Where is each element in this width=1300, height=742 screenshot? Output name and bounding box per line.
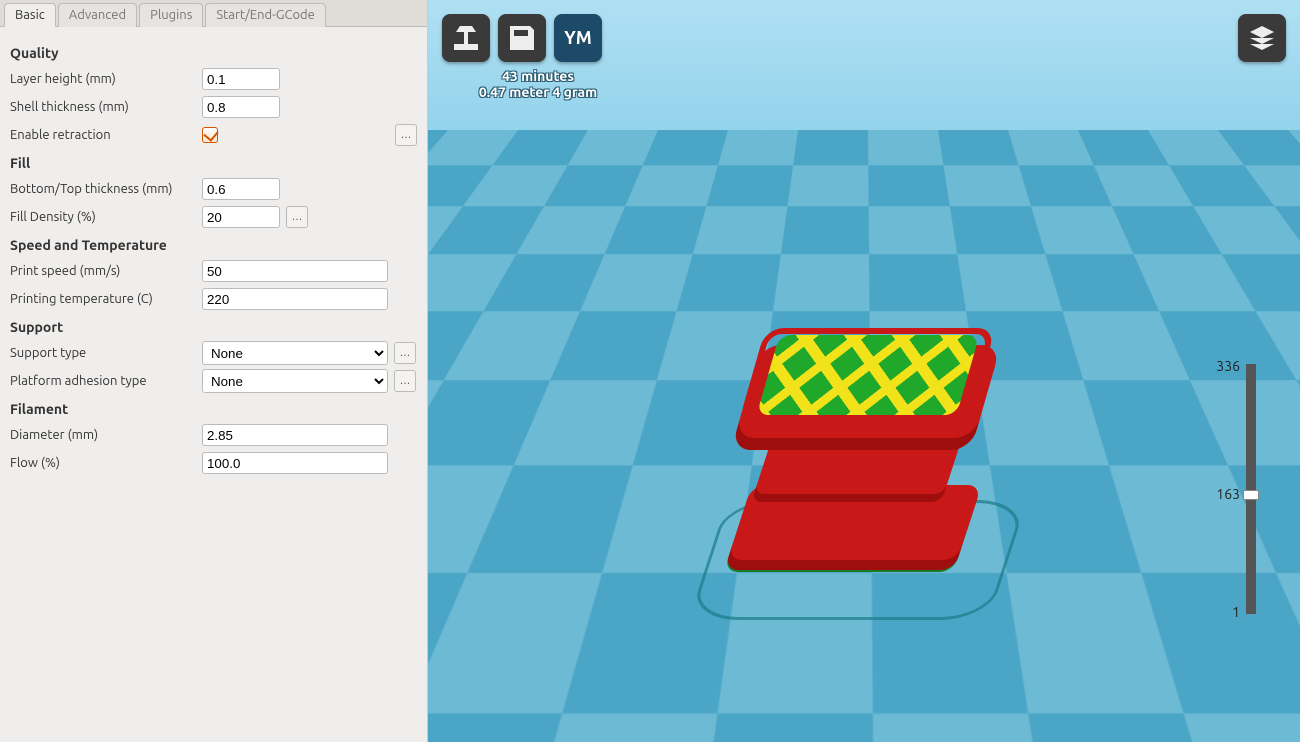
layers-icon bbox=[1246, 22, 1278, 54]
print-temp-label: Printing temperature (C) bbox=[10, 292, 202, 306]
toolbar: YM bbox=[442, 14, 602, 62]
support-type-label: Support type bbox=[10, 346, 202, 360]
section-fill: Fill bbox=[10, 155, 417, 171]
settings-panel: Basic Advanced Plugins Start/End-GCode Q… bbox=[0, 0, 428, 742]
support-settings-button[interactable]: … bbox=[394, 342, 416, 364]
flow-label: Flow (%) bbox=[10, 456, 202, 470]
section-speed-temp: Speed and Temperature bbox=[10, 237, 417, 253]
view-mode-button[interactable] bbox=[1238, 14, 1286, 62]
fill-density-input[interactable] bbox=[202, 206, 280, 228]
fill-settings-button[interactable]: … bbox=[286, 206, 308, 228]
retraction-settings-button[interactable]: … bbox=[395, 124, 417, 146]
section-support: Support bbox=[10, 319, 417, 335]
support-type-select[interactable]: None bbox=[202, 341, 388, 365]
section-filament: Filament bbox=[10, 401, 417, 417]
adhesion-type-select[interactable]: None bbox=[202, 369, 388, 393]
flow-input[interactable] bbox=[202, 452, 388, 474]
diameter-label: Diameter (mm) bbox=[10, 428, 202, 442]
adhesion-type-label: Platform adhesion type bbox=[10, 374, 202, 388]
layer-current: 163 bbox=[1216, 486, 1240, 502]
youmagine-button[interactable]: YM bbox=[554, 14, 602, 62]
tab-gcode[interactable]: Start/End-GCode bbox=[205, 3, 325, 27]
tab-bar: Basic Advanced Plugins Start/End-GCode bbox=[0, 0, 427, 27]
bottom-top-input[interactable] bbox=[202, 178, 280, 200]
enable-retraction-label: Enable retraction bbox=[10, 128, 202, 142]
layer-height-input[interactable] bbox=[202, 68, 280, 90]
save-gcode-button[interactable] bbox=[498, 14, 546, 62]
print-speed-input[interactable] bbox=[202, 260, 388, 282]
shell-thickness-input[interactable] bbox=[202, 96, 280, 118]
section-quality: Quality bbox=[10, 45, 417, 61]
fill-density-label: Fill Density (%) bbox=[10, 210, 202, 224]
model-preview[interactable] bbox=[708, 310, 1028, 610]
load-model-button[interactable] bbox=[442, 14, 490, 62]
tab-basic[interactable]: Basic bbox=[4, 3, 56, 27]
ym-label: YM bbox=[564, 28, 592, 48]
save-icon bbox=[506, 22, 538, 54]
material-estimate: 0.47 meter 4 gram bbox=[448, 84, 628, 100]
print-temp-input[interactable] bbox=[202, 288, 388, 310]
tab-advanced[interactable]: Advanced bbox=[58, 3, 137, 27]
shell-thickness-label: Shell thickness (mm) bbox=[10, 100, 202, 114]
load-icon bbox=[450, 22, 482, 54]
tab-plugins[interactable]: Plugins bbox=[139, 3, 203, 27]
layer-min: 1 bbox=[1232, 604, 1240, 620]
3d-viewport[interactable]: YM 43 minutes 0.47 meter 4 gram 336 163 … bbox=[428, 0, 1300, 742]
bottom-top-label: Bottom/Top thickness (mm) bbox=[10, 182, 202, 196]
print-estimate: 43 minutes 0.47 meter 4 gram bbox=[448, 68, 628, 100]
layer-max: 336 bbox=[1216, 358, 1240, 374]
adhesion-settings-button[interactable]: … bbox=[394, 370, 416, 392]
layer-height-label: Layer height (mm) bbox=[10, 72, 202, 86]
settings-body: Quality Layer height (mm) Shell thicknes… bbox=[0, 27, 427, 489]
layer-slider-knob[interactable] bbox=[1243, 490, 1259, 500]
print-speed-label: Print speed (mm/s) bbox=[10, 264, 202, 278]
time-estimate: 43 minutes bbox=[448, 68, 628, 84]
model-outline bbox=[738, 328, 995, 423]
layer-slider[interactable]: 336 163 1 bbox=[1246, 364, 1256, 614]
diameter-input[interactable] bbox=[202, 424, 388, 446]
enable-retraction-checkbox[interactable] bbox=[202, 127, 218, 143]
